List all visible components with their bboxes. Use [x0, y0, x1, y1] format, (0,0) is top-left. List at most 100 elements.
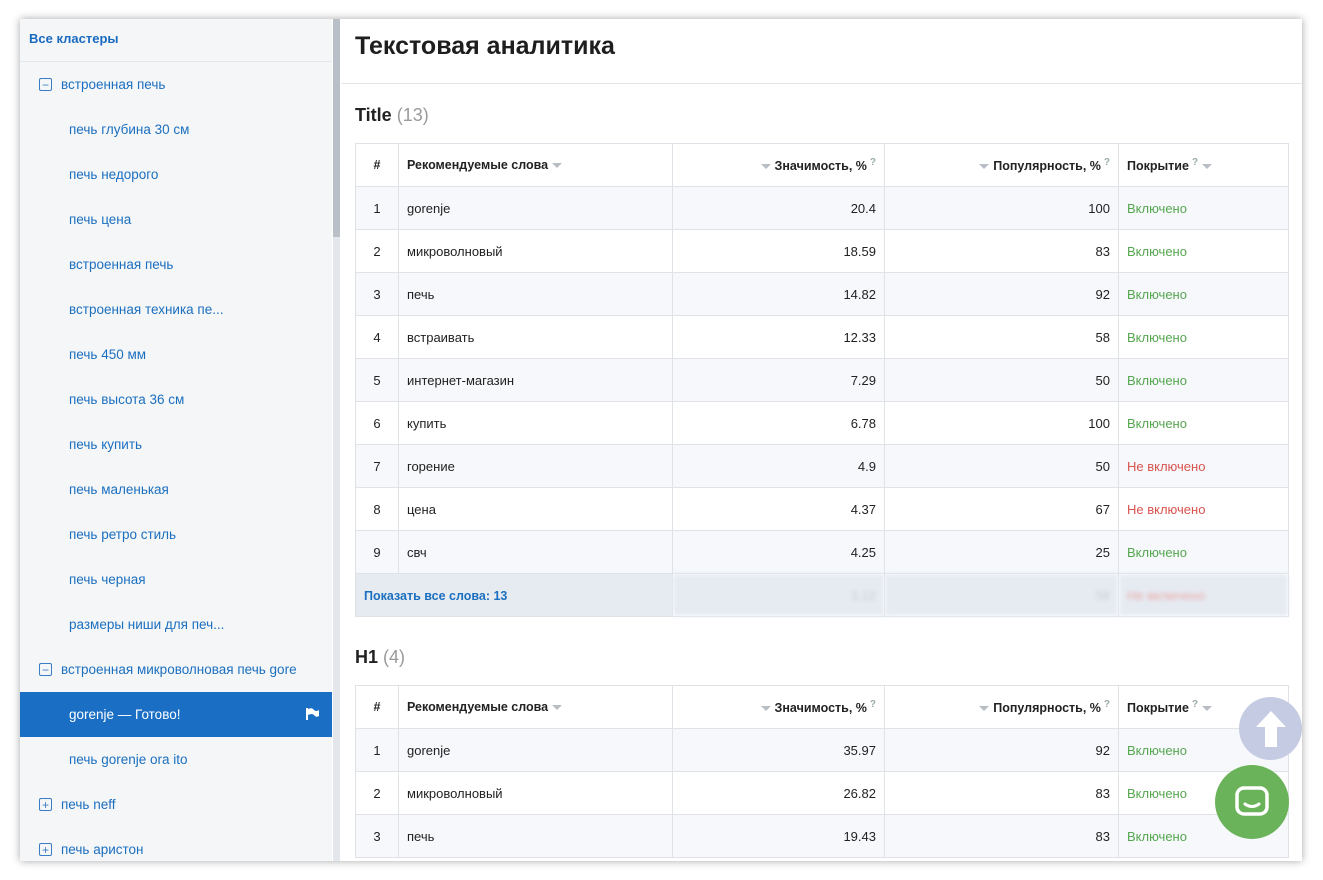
significance-value: 4.37 — [672, 487, 885, 531]
cluster-item[interactable]: печь недорого — [20, 152, 332, 197]
popularity-value: 58 — [884, 315, 1119, 359]
col-popularity[interactable]: Популярность, %? — [884, 685, 1119, 729]
sort-icon[interactable] — [979, 706, 990, 712]
sort-icon[interactable] — [760, 706, 771, 712]
cluster-item[interactable]: печь цена — [20, 197, 332, 242]
popularity-value: 92 — [884, 728, 1119, 772]
cluster-label: печь аристон — [61, 842, 144, 857]
cluster-item[interactable]: встроенная печь — [20, 242, 332, 287]
coverage-status: Включено — [1118, 401, 1289, 445]
cluster-label: печь gorenje ora ito — [69, 752, 188, 767]
col-significance[interactable]: Значимость, %? — [672, 685, 885, 729]
expand-icon[interactable]: + — [39, 798, 52, 811]
cluster-label: печь neff — [61, 797, 116, 812]
popularity-value: 100 — [884, 186, 1119, 230]
help-icon[interactable]: ? — [1104, 157, 1110, 168]
sidebar-scrollbar-thumb[interactable] — [333, 19, 340, 237]
help-icon[interactable]: ? — [870, 699, 876, 710]
cluster-item[interactable]: gorenje — Готово! — [20, 692, 332, 737]
chat-button[interactable] — [1215, 765, 1289, 839]
sort-icon[interactable] — [552, 705, 563, 711]
help-icon[interactable]: ? — [870, 157, 876, 168]
arrow-up-icon — [1255, 710, 1286, 747]
significance-value: 12.33 — [672, 315, 885, 359]
cluster-group[interactable]: − встроенная микроволновая печь gore — [20, 647, 332, 692]
chat-icon — [1235, 786, 1269, 816]
help-icon[interactable]: ? — [1192, 157, 1198, 168]
show-all-row: Показать все слова: 13 3.12 58 Не включено — [355, 573, 1289, 617]
cluster-list: − встроенная печь печь глубина 30 см печь н… — [20, 62, 332, 861]
cluster-item[interactable]: печь глубина 30 см — [20, 107, 332, 152]
cluster-label: печь высота 36 см — [69, 392, 185, 407]
cluster-group[interactable]: + печь аристон — [20, 827, 332, 861]
cluster-item[interactable]: печь ретро стиль — [20, 512, 332, 557]
title-keywords-table: # Рекомендуемые слова Значимость, %? Популя… — [355, 143, 1289, 617]
collapse-icon[interactable]: − — [39, 78, 52, 91]
cluster-item[interactable]: печь 450 мм — [20, 332, 332, 377]
section-count: (13) — [396, 105, 429, 125]
row-number: 9 — [355, 530, 399, 574]
sort-icon[interactable] — [552, 163, 563, 169]
help-icon[interactable]: ? — [1104, 699, 1110, 710]
popularity-value: 50 — [884, 444, 1119, 488]
blurred-significance: 3.12 — [672, 573, 885, 617]
main-content: Текстовая аналитика Title (13) # Рекоменд… — [341, 19, 1302, 861]
sort-icon[interactable] — [1202, 706, 1213, 712]
cluster-item[interactable]: печь gorenje ora ito — [20, 737, 332, 782]
row-number: 5 — [355, 358, 399, 402]
cluster-label: печь 450 мм — [69, 347, 147, 362]
coverage-status: Включено — [1118, 186, 1289, 230]
col-words[interactable]: Рекомендуемые слова — [398, 143, 673, 187]
col-number: # — [355, 143, 399, 187]
sort-icon[interactable] — [979, 164, 990, 170]
table-row: 9 свч 4.25 25 Включено — [355, 530, 1289, 574]
popularity-value: 83 — [884, 814, 1119, 858]
collapse-icon[interactable]: − — [39, 663, 52, 676]
app-window: Все кластеры − встроенная печь печь глубин… — [20, 19, 1302, 861]
help-icon[interactable]: ? — [1192, 699, 1198, 710]
significance-value: 35.97 — [672, 728, 885, 772]
section-count: (4) — [383, 647, 406, 667]
keyword: микроволновый — [398, 229, 673, 273]
cluster-item[interactable]: встроенная техника пе... — [20, 287, 332, 332]
row-number: 2 — [355, 771, 399, 815]
show-all-words-link[interactable]: Показать все слова: 13 — [364, 589, 507, 603]
cluster-label: печь ретро стиль — [69, 527, 177, 542]
popularity-value: 83 — [884, 229, 1119, 273]
cluster-label: встроенная печь — [69, 257, 174, 272]
cluster-item[interactable]: печь маленькая — [20, 467, 332, 512]
cluster-item[interactable]: печь черная — [20, 557, 332, 602]
keyword: цена — [398, 487, 673, 531]
cluster-label: встроенная микроволновая печь gore — [61, 662, 297, 677]
page-title: Текстовая аналитика — [355, 32, 615, 60]
cluster-group[interactable]: − встроенная печь — [20, 62, 332, 107]
flag-icon — [306, 708, 319, 720]
cluster-item[interactable]: размеры ниши для печ... — [20, 602, 332, 647]
significance-value: 4.25 — [672, 530, 885, 574]
cluster-item[interactable]: печь купить — [20, 422, 332, 467]
table-row: 1 gorenje 35.97 92 Включено — [355, 728, 1289, 772]
coverage-status: Включено — [1118, 358, 1289, 402]
section-name: H1 — [355, 647, 379, 667]
cluster-item[interactable]: печь высота 36 см — [20, 377, 332, 422]
table-row: 2 микроволновый 18.59 83 Включено — [355, 229, 1289, 273]
coverage-status: Не включено — [1118, 444, 1289, 488]
row-number: 3 — [355, 814, 399, 858]
col-popularity[interactable]: Популярность, %? — [884, 143, 1119, 187]
row-number: 3 — [355, 272, 399, 316]
col-label: Покрытие — [1127, 159, 1189, 174]
col-words[interactable]: Рекомендуемые слова — [398, 685, 673, 729]
cluster-group[interactable]: + печь neff — [20, 782, 332, 827]
keyword: интернет-магазин — [398, 358, 673, 402]
cluster-label: печь купить — [69, 437, 143, 452]
sort-icon[interactable] — [1202, 164, 1213, 170]
col-significance[interactable]: Значимость, %? — [672, 143, 885, 187]
cluster-label: печь черная — [69, 572, 146, 587]
scroll-up-button[interactable] — [1239, 697, 1302, 760]
all-clusters-link[interactable]: Все кластеры — [20, 19, 332, 62]
expand-icon[interactable]: + — [39, 843, 52, 856]
sort-icon[interactable] — [760, 164, 771, 170]
col-coverage[interactable]: Покрытие? — [1118, 143, 1289, 187]
keyword: купить — [398, 401, 673, 445]
coverage-status: Не включено — [1118, 487, 1289, 531]
